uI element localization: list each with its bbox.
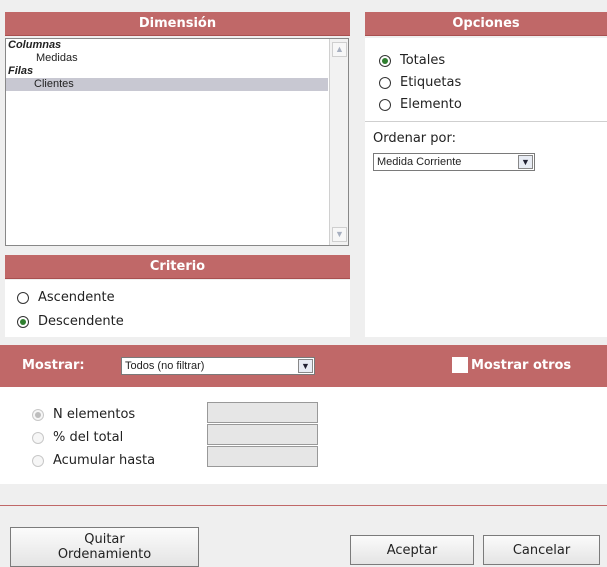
radio-n-elements[interactable]: N elementos bbox=[32, 403, 135, 426]
criteria-title: Criterio bbox=[149, 259, 206, 274]
criteria-panel: Ascendente Descendente bbox=[5, 280, 350, 337]
radio-accumulate[interactable]: Acumular hasta bbox=[32, 449, 155, 472]
radio-totals[interactable]: Totales bbox=[379, 49, 445, 72]
percent-total-input[interactable] bbox=[207, 424, 318, 445]
radio-descending-icon[interactable] bbox=[17, 315, 29, 328]
radio-ascending-label: Ascendente bbox=[38, 290, 115, 305]
radio-totals-icon[interactable] bbox=[379, 54, 391, 67]
options-divider bbox=[365, 121, 607, 122]
show-label: Mostrar: bbox=[22, 358, 85, 373]
remove-sort-label-2: Ordenamiento bbox=[57, 547, 152, 562]
options-header: Opciones bbox=[365, 12, 607, 36]
scroll-up-icon[interactable]: ▲ bbox=[332, 42, 347, 57]
radio-descending[interactable]: Descendente bbox=[17, 310, 124, 333]
radio-labels-label: Etiquetas bbox=[400, 75, 462, 90]
chevron-down-icon[interactable]: ▼ bbox=[518, 155, 533, 169]
show-others-label: Mostrar otros bbox=[471, 357, 572, 373]
sort-by-label: Ordenar por: bbox=[373, 131, 456, 146]
cancel-label: Cancelar bbox=[512, 542, 571, 558]
sort-by-select[interactable]: Medida Corriente ▼ bbox=[373, 153, 535, 171]
radio-totals-label: Totales bbox=[400, 53, 446, 68]
options-panel: Totales Etiquetas Elemento Ordenar por: … bbox=[365, 38, 607, 337]
dimension-scrollbar[interactable]: ▲ ▼ bbox=[329, 39, 348, 245]
radio-percent-total[interactable]: % del total bbox=[32, 426, 123, 449]
criteria-header: Criterio bbox=[5, 255, 350, 279]
remove-sort-button[interactable]: Quitar Ordenamiento bbox=[10, 527, 199, 567]
show-others-option[interactable]: Mostrar otros bbox=[452, 357, 571, 373]
dimension-title: Dimensión bbox=[138, 16, 217, 31]
sort-by-value: Medida Corriente bbox=[377, 156, 462, 168]
list-item-measures[interactable]: Medidas bbox=[6, 52, 348, 65]
radio-accumulate-label: Acumular hasta bbox=[53, 453, 156, 468]
radio-element-label: Elemento bbox=[400, 97, 462, 112]
radio-labels-icon[interactable] bbox=[379, 76, 391, 89]
dimension-listbox[interactable]: Columnas Medidas Filas Clientes ▲ ▼ bbox=[5, 38, 349, 246]
remove-sort-label-1: Quitar bbox=[84, 532, 125, 547]
radio-element[interactable]: Elemento bbox=[379, 93, 462, 116]
accumulate-input[interactable] bbox=[207, 446, 318, 467]
cancel-button[interactable]: Cancelar bbox=[483, 535, 600, 565]
accept-label: Aceptar bbox=[386, 542, 438, 558]
show-filter-value: Todos (no filtrar) bbox=[125, 360, 205, 372]
scroll-down-icon[interactable]: ▼ bbox=[332, 227, 347, 242]
show-filter-select[interactable]: Todos (no filtrar) ▼ bbox=[121, 357, 315, 375]
radio-element-icon[interactable] bbox=[379, 98, 391, 111]
show-others-checkbox[interactable] bbox=[452, 357, 468, 373]
n-elements-input[interactable] bbox=[207, 402, 318, 423]
radio-descending-label: Descendente bbox=[38, 314, 124, 329]
list-item-columns[interactable]: Columnas bbox=[6, 39, 348, 52]
radio-accumulate-icon[interactable] bbox=[32, 454, 44, 467]
radio-ascending[interactable]: Ascendente bbox=[17, 286, 115, 309]
dimension-header: Dimensión bbox=[5, 12, 350, 36]
chevron-down-icon[interactable]: ▼ bbox=[298, 359, 313, 373]
show-details-panel: N elementos % del total Acumular hasta bbox=[0, 387, 607, 484]
radio-n-elements-label: N elementos bbox=[53, 407, 136, 422]
list-item-clients[interactable]: Clientes bbox=[6, 78, 328, 91]
radio-n-elements-icon[interactable] bbox=[32, 408, 44, 421]
radio-ascending-icon[interactable] bbox=[17, 291, 29, 304]
footer-divider bbox=[0, 505, 607, 506]
accept-button[interactable]: Aceptar bbox=[350, 535, 474, 565]
list-item-rows[interactable]: Filas bbox=[6, 65, 348, 78]
show-bar: Mostrar: Todos (no filtrar) ▼ Mostrar ot… bbox=[0, 345, 607, 387]
options-title: Opciones bbox=[452, 16, 520, 31]
radio-labels[interactable]: Etiquetas bbox=[379, 71, 461, 94]
radio-percent-total-icon[interactable] bbox=[32, 431, 44, 444]
radio-percent-total-label: % del total bbox=[53, 430, 124, 445]
